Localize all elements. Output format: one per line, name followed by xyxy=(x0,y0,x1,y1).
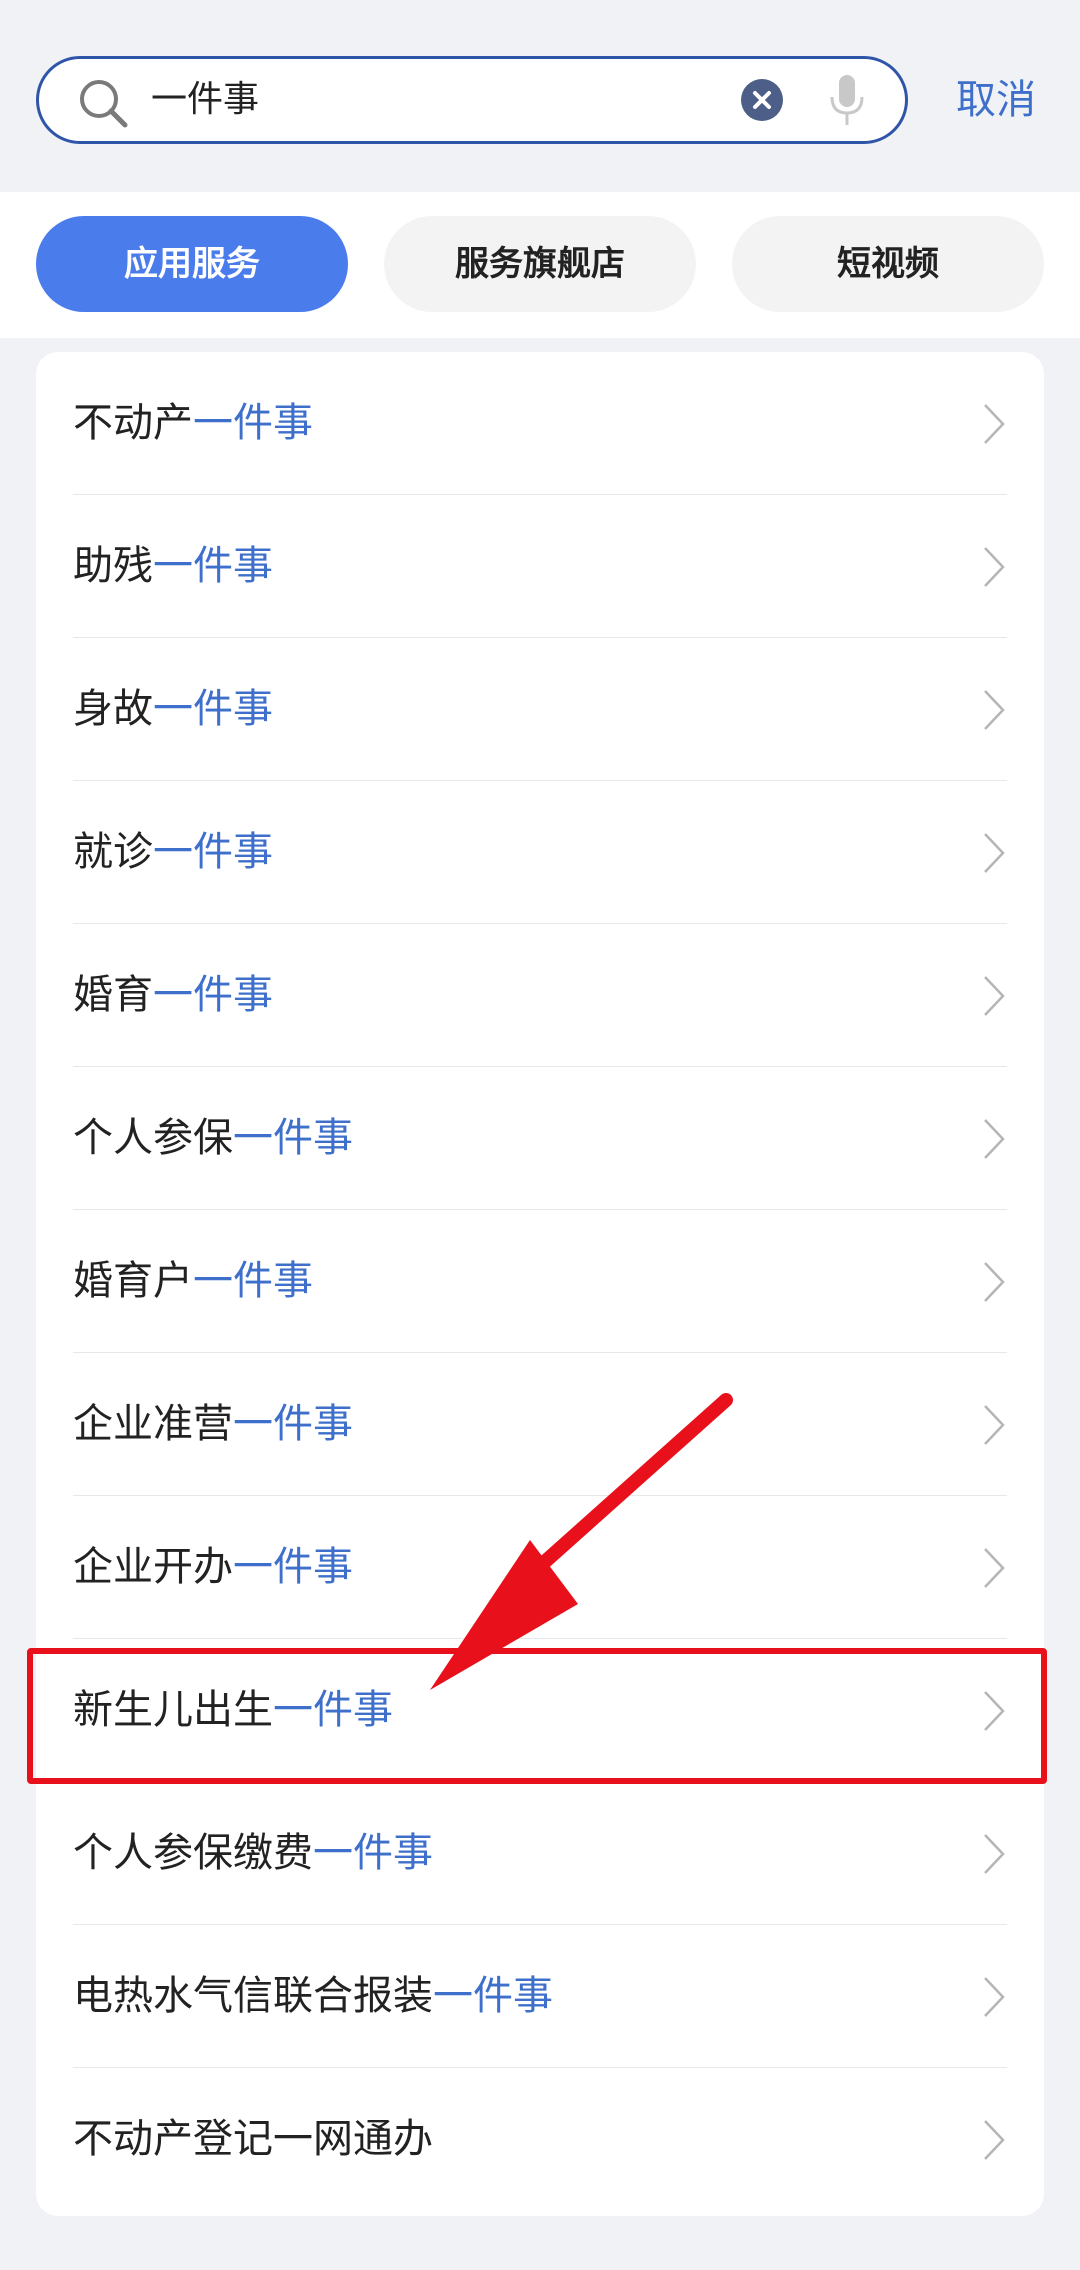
chevron-right-icon xyxy=(984,1977,1005,2017)
list-item-prefix: 个人参保 xyxy=(73,1115,233,1161)
list-item[interactable]: 企业准营一件事 xyxy=(36,1353,1044,1496)
list-item-label: 不动产登记一网通办 xyxy=(73,2068,433,2211)
list-item-prefix: 不动产登记一网通办 xyxy=(73,2116,433,2162)
clear-icon[interactable] xyxy=(741,79,783,121)
list-item-keyword: 一件事 xyxy=(193,1258,313,1304)
list-item-label: 企业开办一件事 xyxy=(73,1496,353,1639)
list-item-label: 企业准营一件事 xyxy=(73,1353,353,1496)
chevron-right-icon xyxy=(984,1119,1005,1159)
list-item-keyword: 一件事 xyxy=(233,1401,353,1447)
chevron-right-icon xyxy=(984,690,1005,730)
chevron-right-icon xyxy=(984,1405,1005,1445)
tab-flagship-stores[interactable]: 服务旗舰店 xyxy=(384,216,696,312)
chevron-right-icon xyxy=(984,833,1005,873)
list-item-label: 婚育户一件事 xyxy=(73,1210,313,1353)
list-item[interactable]: 企业开办一件事 xyxy=(36,1496,1044,1639)
microphone-icon[interactable] xyxy=(827,73,867,127)
search-query-text[interactable]: 一件事 xyxy=(151,59,259,141)
chevron-right-icon xyxy=(984,1834,1005,1874)
list-item-prefix: 企业准营 xyxy=(73,1401,233,1447)
list-item-keyword: 一件事 xyxy=(233,1115,353,1161)
list-item-keyword: 一件事 xyxy=(153,686,273,732)
list-item-keyword: 一件事 xyxy=(433,1973,553,2019)
list-item[interactable]: 不动产一件事 xyxy=(36,352,1044,495)
list-item[interactable]: 婚育户一件事 xyxy=(36,1210,1044,1353)
list-item-label: 婚育一件事 xyxy=(73,924,273,1067)
list-item-prefix: 婚育 xyxy=(73,972,153,1018)
list-item-label: 个人参保缴费一件事 xyxy=(73,1782,433,1925)
chevron-right-icon xyxy=(984,1691,1005,1731)
search-header: 一件事 取消 xyxy=(0,0,1080,192)
list-item-keyword: 一件事 xyxy=(273,1687,393,1733)
list-item-keyword: 一件事 xyxy=(233,1544,353,1590)
list-item-prefix: 婚育户 xyxy=(73,1258,193,1304)
chevron-right-icon xyxy=(984,1262,1005,1302)
list-item-label: 新生儿出生一件事 xyxy=(73,1639,393,1782)
cancel-button[interactable]: 取消 xyxy=(956,56,1036,144)
list-item-label: 身故一件事 xyxy=(73,638,273,781)
list-item[interactable]: 电热水气信联合报装一件事 xyxy=(36,1925,1044,2068)
category-tabs: 应用服务 服务旗舰店 短视频 xyxy=(0,192,1080,338)
chevron-right-icon xyxy=(984,2120,1005,2160)
list-item-label: 助残一件事 xyxy=(73,495,273,638)
list-item-keyword: 一件事 xyxy=(153,972,273,1018)
tab-app-services[interactable]: 应用服务 xyxy=(36,216,348,312)
list-item-label: 不动产一件事 xyxy=(73,352,313,495)
list-item-label: 就诊一件事 xyxy=(73,781,273,924)
list-item-keyword: 一件事 xyxy=(153,829,273,875)
search-input[interactable]: 一件事 xyxy=(36,56,908,144)
chevron-right-icon xyxy=(984,404,1005,444)
list-item-keyword: 一件事 xyxy=(193,400,313,446)
list-item[interactable]: 婚育一件事 xyxy=(36,924,1044,1067)
chevron-right-icon xyxy=(984,547,1005,587)
chevron-right-icon xyxy=(984,1548,1005,1588)
chevron-right-icon xyxy=(984,976,1005,1016)
list-item-keyword: 一件事 xyxy=(313,1830,433,1876)
list-item-prefix: 就诊 xyxy=(73,829,153,875)
list-item[interactable]: 个人参保一件事 xyxy=(36,1067,1044,1210)
list-item[interactable]: 个人参保缴费一件事 xyxy=(36,1782,1044,1925)
list-item-prefix: 身故 xyxy=(73,686,153,732)
list-item-label: 个人参保一件事 xyxy=(73,1067,353,1210)
list-item-prefix: 不动产 xyxy=(73,400,193,446)
tab-short-videos[interactable]: 短视频 xyxy=(732,216,1044,312)
list-item-prefix: 新生儿出生 xyxy=(73,1687,273,1733)
list-item-prefix: 企业开办 xyxy=(73,1544,233,1590)
list-item-prefix: 电热水气信联合报装 xyxy=(73,1973,433,2019)
list-item[interactable]: 新生儿出生一件事 xyxy=(36,1639,1044,1782)
list-item[interactable]: 身故一件事 xyxy=(36,638,1044,781)
list-item-prefix: 助残 xyxy=(73,543,153,589)
list-item-keyword: 一件事 xyxy=(153,543,273,589)
search-icon xyxy=(80,80,128,128)
results-list: 不动产一件事 助残一件事 身故一件事 就诊一件事 婚育一件事 个人参保一件事 婚育户一件事企… xyxy=(36,352,1044,2216)
list-item-prefix: 个人参保缴费 xyxy=(73,1830,313,1876)
list-item[interactable]: 不动产登记一网通办 xyxy=(36,2068,1044,2211)
list-item[interactable]: 就诊一件事 xyxy=(36,781,1044,924)
list-item[interactable]: 助残一件事 xyxy=(36,495,1044,638)
list-item-label: 电热水气信联合报装一件事 xyxy=(73,1925,553,2068)
